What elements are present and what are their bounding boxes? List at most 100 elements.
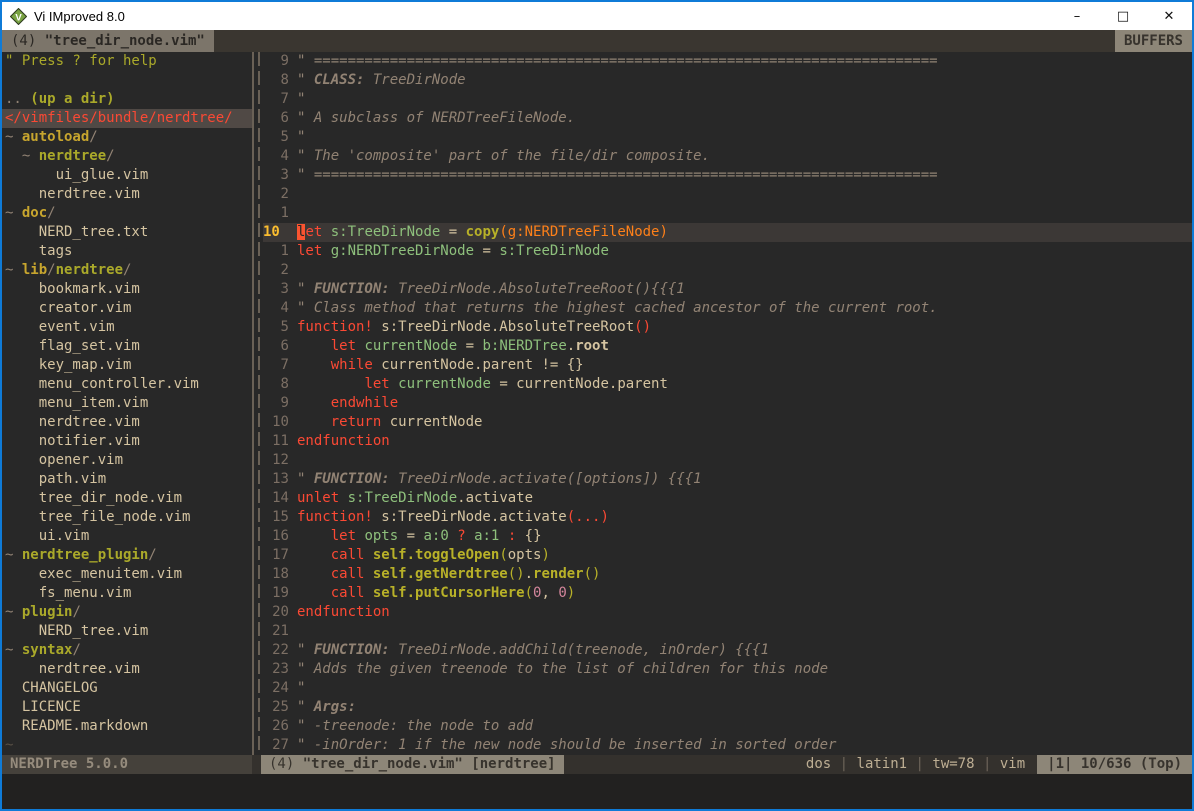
tree-item[interactable]: creator.vim: [2, 299, 252, 318]
code-line[interactable]: 4" The 'composite' part of the file/dir …: [263, 147, 1192, 166]
tree-item[interactable]: LICENCE: [2, 698, 252, 717]
syntax-segment: menu_controller.vim: [5, 376, 199, 392]
tree-item[interactable]: ~ nerdtree_plugin/: [2, 546, 252, 565]
line-number: 9: [263, 394, 289, 413]
tree-item[interactable]: tags: [2, 242, 252, 261]
tree-item[interactable]: bookmark.vim: [2, 280, 252, 299]
syntax-segment: root: [575, 338, 609, 354]
syntax-segment: =: [398, 528, 423, 544]
code-line[interactable]: 13" FUNCTION: TreeDirNode.activate([opti…: [263, 470, 1192, 489]
tree-item[interactable]: opener.vim: [2, 451, 252, 470]
tree-item[interactable]: path.vim: [2, 470, 252, 489]
tree-item[interactable]: CHANGELOG: [2, 679, 252, 698]
tree-item[interactable]: flag_set.vim: [2, 337, 252, 356]
syntax-segment: tags: [5, 243, 72, 259]
code-line[interactable]: 5": [263, 128, 1192, 147]
maximize-button[interactable]: □: [1100, 2, 1146, 30]
minimize-button[interactable]: –: [1054, 2, 1100, 30]
tree-item[interactable]: tree_file_node.vim: [2, 508, 252, 527]
code-line[interactable]: 24": [263, 679, 1192, 698]
code-line[interactable]: 1let g:NERDTreeDirNode = s:TreeDirNode: [263, 242, 1192, 261]
code-line[interactable]: 18 call self.getNerdtree().render(): [263, 565, 1192, 584]
tree-item[interactable]: notifier.vim: [2, 432, 252, 451]
tree-item[interactable]: " Press ? for help: [2, 52, 252, 71]
code-line[interactable]: 10let s:TreeDirNode = copy(g:NERDTreeFil…: [263, 223, 1192, 242]
nerdtree-panel[interactable]: " Press ? for help .. (up a dir)</vimfile…: [2, 52, 252, 755]
syntax-segment: nerdtree_plugin: [22, 547, 148, 563]
tree-item[interactable]: .. (up a dir): [2, 90, 252, 109]
code-line[interactable]: 8 let currentNode = currentNode.parent: [263, 375, 1192, 394]
close-button[interactable]: ✕: [1146, 2, 1192, 30]
syntax-segment: [297, 376, 364, 392]
tree-item[interactable]: key_map.vim: [2, 356, 252, 375]
code-line[interactable]: 2: [263, 185, 1192, 204]
window-separator[interactable]: [252, 52, 263, 755]
code-line[interactable]: 5function! s:TreeDirNode.AbsoluteTreeRoo…: [263, 318, 1192, 337]
syntax-segment: " The 'composite' part of the file/dir c…: [297, 148, 710, 164]
tree-item[interactable]: exec_menuitem.vim: [2, 565, 252, 584]
code-line[interactable]: 19 call self.putCursorHere(0, 0): [263, 584, 1192, 603]
tree-item[interactable]: tree_dir_node.vim: [2, 489, 252, 508]
tree-item[interactable]: ~ nerdtree/: [2, 147, 252, 166]
code-line[interactable]: 12: [263, 451, 1192, 470]
tree-item[interactable]: nerdtree.vim: [2, 185, 252, 204]
syntax-segment: =: [457, 338, 482, 354]
code-line[interactable]: 3" =====================================…: [263, 166, 1192, 185]
tree-item[interactable]: ~ plugin/: [2, 603, 252, 622]
code-line[interactable]: 11endfunction: [263, 432, 1192, 451]
code-line[interactable]: 16 let opts = a:0 ? a:1 : {}: [263, 527, 1192, 546]
tree-item[interactable]: NERD_tree.txt: [2, 223, 252, 242]
syntax-segment: ~: [5, 262, 22, 278]
tree-item[interactable]: event.vim: [2, 318, 252, 337]
command-line[interactable]: [2, 774, 1192, 809]
tree-item[interactable]: ~ doc/: [2, 204, 252, 223]
editor-panel[interactable]: 9" =====================================…: [263, 52, 1192, 755]
tree-item[interactable]: menu_controller.vim: [2, 375, 252, 394]
tree-item[interactable]: ~ syntax/: [2, 641, 252, 660]
code-line[interactable]: 20endfunction: [263, 603, 1192, 622]
code-line[interactable]: 1: [263, 204, 1192, 223]
code-line[interactable]: 7": [263, 90, 1192, 109]
code-line[interactable]: 21: [263, 622, 1192, 641]
code-line[interactable]: 27" -inOrder: 1 if the new node should b…: [263, 736, 1192, 755]
statusline-buffer-name: (4) "tree_dir_node.vim" [nerdtree]: [261, 755, 564, 774]
code-line[interactable]: 17 call self.toggleOpen(opts): [263, 546, 1192, 565]
tree-item[interactable]: ~ lib/nerdtree/: [2, 261, 252, 280]
code-line[interactable]: 22" FUNCTION: TreeDirNode.addChild(treen…: [263, 641, 1192, 660]
code-line[interactable]: 8" CLASS: TreeDirNode: [263, 71, 1192, 90]
code-line[interactable]: 26" -treenode: the node to add: [263, 717, 1192, 736]
code-line[interactable]: 4" Class method that returns the highest…: [263, 299, 1192, 318]
code-line[interactable]: 10 return currentNode: [263, 413, 1192, 432]
code-line[interactable]: 7 while currentNode.parent != {}: [263, 356, 1192, 375]
tree-item[interactable]: [2, 71, 252, 90]
tree-item[interactable]: ui_glue.vim: [2, 166, 252, 185]
code-line[interactable]: 6" A subclass of NERDTreeFileNode.: [263, 109, 1192, 128]
tree-item[interactable]: ~: [2, 736, 252, 755]
tree-item[interactable]: menu_item.vim: [2, 394, 252, 413]
nerdtree-statusline: NERDTree 5.0.0: [2, 755, 252, 774]
line-number: 1: [263, 204, 289, 223]
tree-item[interactable]: ui.vim: [2, 527, 252, 546]
syntax-segment: =: [440, 224, 465, 240]
code-line[interactable]: 9" =====================================…: [263, 52, 1192, 71]
code-line[interactable]: 14unlet s:TreeDirNode.activate: [263, 489, 1192, 508]
tree-item[interactable]: nerdtree.vim: [2, 660, 252, 679]
syntax-segment: path.vim: [5, 471, 106, 487]
code-line[interactable]: 9 endwhile: [263, 394, 1192, 413]
tree-item[interactable]: README.markdown: [2, 717, 252, 736]
tree-item[interactable]: </vimfiles/bundle/nerdtree/: [2, 109, 252, 128]
code-line[interactable]: 3" FUNCTION: TreeDirNode.AbsoluteTreeRoo…: [263, 280, 1192, 299]
titlebar[interactable]: V Vi IMproved 8.0 – □ ✕: [2, 2, 1192, 30]
code-line[interactable]: 23" Adds the given treenode to the list …: [263, 660, 1192, 679]
tree-item[interactable]: ~ autoload/: [2, 128, 252, 147]
code-line[interactable]: 25" Args:: [263, 698, 1192, 717]
code-line[interactable]: 2: [263, 261, 1192, 280]
buffer-tab[interactable]: (4) "tree_dir_node.vim": [2, 30, 214, 52]
code-line[interactable]: 15function! s:TreeDirNode.activate(...): [263, 508, 1192, 527]
tree-item[interactable]: NERD_tree.vim: [2, 622, 252, 641]
line-number: 26: [263, 717, 289, 736]
tree-item[interactable]: fs_menu.vim: [2, 584, 252, 603]
code-line[interactable]: 6 let currentNode = b:NERDTree.root: [263, 337, 1192, 356]
syntax-segment: ": [297, 471, 314, 487]
tree-item[interactable]: nerdtree.vim: [2, 413, 252, 432]
